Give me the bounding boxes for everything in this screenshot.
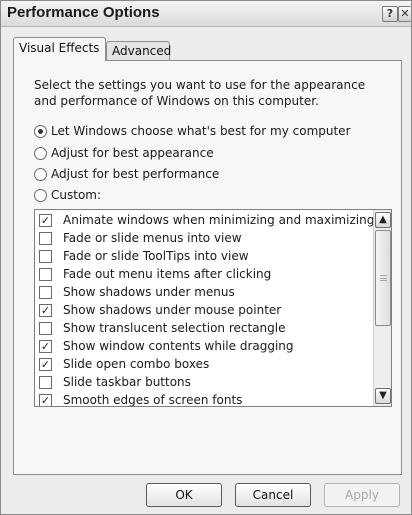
help-button[interactable]: ? (382, 6, 398, 22)
checkbox-unchecked[interactable] (39, 231, 52, 245)
effect-item[interactable]: ✓ Show window contents while dragging (35, 337, 370, 355)
checkbox-unchecked[interactable] (39, 321, 52, 335)
effect-item[interactable]: ✓ Animate windows when minimizing and max… (35, 211, 374, 229)
radio-custom[interactable] (34, 188, 47, 202)
effect-item[interactable]: Fade out menu items after clicking (35, 265, 370, 283)
effect-label: Smooth edges of screen fonts (63, 393, 243, 407)
scroll-up-button[interactable]: ▲ (375, 212, 391, 228)
option-custom[interactable]: Custom: (34, 186, 101, 204)
option-label: Adjust for best performance (51, 167, 220, 181)
effect-label: Animate windows when minimizing and maxi… (63, 213, 375, 227)
effect-item[interactable]: Fade or slide menus into view (35, 229, 370, 247)
window-title: Performance Options (7, 4, 160, 21)
effect-label: Fade or slide menus into view (63, 231, 242, 245)
effect-item[interactable]: Fade or slide ToolTips into view (35, 247, 370, 265)
effect-item[interactable]: Show translucent selection rectangle (35, 319, 370, 337)
scroll-down-button[interactable]: ▼ (375, 388, 391, 404)
effects-items: ✓ Animate windows when minimizing and max… (35, 211, 374, 407)
radio-best-appearance[interactable] (34, 146, 47, 160)
close-button[interactable]: ✕ (398, 6, 411, 22)
checkbox-unchecked[interactable] (39, 249, 52, 263)
checkbox-unchecked[interactable] (39, 267, 52, 281)
option-label: Custom: (51, 188, 102, 202)
radio-best-performance[interactable] (34, 167, 47, 181)
effect-label: Slide taskbar buttons (63, 375, 191, 389)
effect-label: Show translucent selection rectangle (63, 321, 286, 335)
effect-item[interactable]: ✓ Smooth edges of screen fonts (35, 391, 370, 407)
scroll-thumb[interactable] (375, 230, 391, 326)
checkbox-unchecked[interactable] (39, 375, 52, 389)
apply-button[interactable]: Apply (324, 483, 400, 507)
checkbox-checked[interactable]: ✓ (39, 339, 52, 353)
checkbox-unchecked[interactable] (39, 285, 52, 299)
effect-label: Show shadows under menus (63, 285, 235, 299)
effect-item[interactable]: ✓ Slide open combo boxes (35, 355, 370, 373)
checkbox-checked[interactable]: ✓ (39, 303, 52, 317)
visual-effects-list[interactable]: ✓ Animate windows when minimizing and max… (34, 209, 392, 407)
title-bar[interactable]: Performance Options ? ✕ (1, 1, 411, 27)
option-let-windows-choose[interactable]: Let Windows choose what's best for my co… (34, 122, 351, 140)
effect-item[interactable]: Slide taskbar buttons (35, 373, 370, 391)
effect-label: Fade out menu items after clicking (63, 267, 272, 281)
settings-description: Select the settings you want to use for … (34, 78, 366, 108)
effect-label: Fade or slide ToolTips into view (63, 249, 249, 263)
cancel-button[interactable]: Cancel (235, 483, 311, 507)
option-best-appearance[interactable]: Adjust for best appearance (34, 144, 214, 162)
effect-item[interactable]: ✓ Show shadows under mouse pointer (35, 301, 370, 319)
checkbox-checked[interactable]: ✓ (39, 357, 52, 371)
tab-advanced[interactable]: Advanced (106, 41, 171, 61)
checkbox-checked[interactable]: ✓ (39, 393, 52, 406)
effect-item[interactable]: Show shadows under menus (35, 283, 370, 301)
checkbox-checked[interactable]: ✓ (39, 213, 52, 227)
list-scrollbar[interactable]: ▲ ▼ (373, 210, 391, 406)
radio-let-windows-choose[interactable] (34, 124, 47, 138)
performance-options-window: Performance Options ? ✕ Visual Effects A… (0, 0, 412, 515)
option-best-performance[interactable]: Adjust for best performance (34, 165, 219, 183)
option-label: Adjust for best appearance (51, 146, 214, 160)
effect-label: Show window contents while dragging (63, 339, 294, 353)
visual-effects-panel: Select the settings you want to use for … (13, 60, 402, 475)
effect-label: Show shadows under mouse pointer (63, 303, 282, 317)
effect-label: Slide open combo boxes (63, 357, 210, 371)
ok-button[interactable]: OK (146, 483, 222, 507)
grip-icon (380, 275, 387, 281)
option-label: Let Windows choose what's best for my co… (51, 124, 351, 138)
tab-visual-effects[interactable]: Visual Effects (13, 37, 106, 61)
